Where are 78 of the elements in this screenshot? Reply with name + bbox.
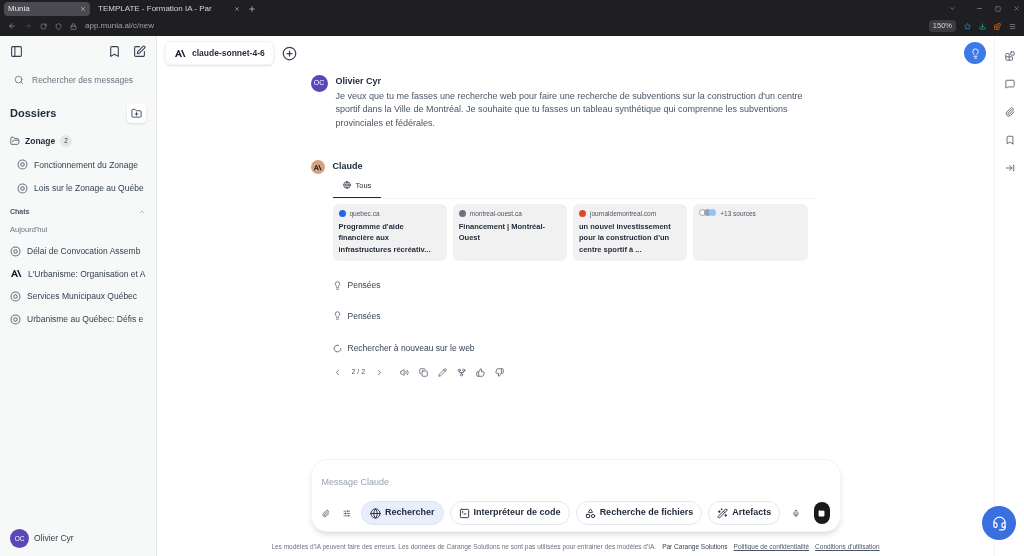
step-label[interactable]: Pensées: [347, 309, 381, 323]
step-label[interactable]: Rechercher à nouveau sur le web: [347, 342, 475, 355]
close-icon[interactable]: [80, 5, 86, 12]
terminal-icon: [458, 507, 470, 519]
globe-icon: [370, 507, 382, 519]
lightbulb-icon: [332, 280, 342, 290]
chat-item[interactable]: Services Municipaux Québec: [27, 290, 138, 303]
lock-icon: [70, 22, 77, 30]
download-icon[interactable]: [979, 22, 986, 30]
stop-button[interactable]: [813, 502, 830, 524]
microphone-icon[interactable]: [792, 507, 800, 519]
fork-icon[interactable]: [457, 367, 467, 377]
new-folder-button[interactable]: [127, 103, 146, 123]
menu-icon[interactable]: [1009, 22, 1016, 30]
browser-tab[interactable]: TEMPLATE - Formation IA - Par: [94, 1, 244, 16]
stop-icon: [818, 509, 826, 517]
tool-toggle[interactable]: Rechercher: [361, 501, 444, 525]
add-model-icon[interactable]: [281, 45, 297, 61]
headset-icon: [991, 515, 1007, 531]
close-window-icon[interactable]: [1013, 5, 1020, 12]
restore-icon[interactable]: [995, 5, 1001, 12]
url-text[interactable]: app.munia.ai/c/new: [85, 20, 154, 32]
thumbs-up-icon[interactable]: [476, 367, 486, 377]
lightbulb-icon: [332, 311, 342, 321]
blocks-icon[interactable]: [1004, 51, 1015, 61]
idea-button[interactable]: [964, 42, 986, 64]
tool-toggle[interactable]: Artefacts: [708, 501, 781, 525]
tool-toggle[interactable]: Recherche de fichiers: [575, 501, 703, 525]
minimize-icon[interactable]: [976, 5, 983, 12]
step-label[interactable]: Pensées: [347, 278, 381, 292]
files-icon: [584, 507, 596, 519]
folder-name[interactable]: Zonage: [25, 134, 56, 148]
close-icon[interactable]: [234, 5, 240, 12]
chat-item[interactable]: Urbanisme au Québec: Défis e: [27, 313, 144, 326]
attachment-icon[interactable]: [1004, 107, 1015, 117]
wand-icon: [717, 507, 729, 519]
chat-item[interactable]: Lois sur le Zonage au Québe: [34, 182, 144, 195]
reload-icon[interactable]: [40, 22, 47, 30]
model-selector[interactable]: claude-sonnet-4-6: [165, 41, 274, 65]
search-field[interactable]: Rechercher des messages: [10, 74, 146, 87]
copy-icon[interactable]: [419, 367, 429, 377]
folder-icon[interactable]: [10, 136, 20, 147]
new-chat-icon[interactable]: [133, 45, 146, 58]
message-text: Je veux que tu me fasses une recherche web pour faire une recherche de subventions sur la construction d'un centre sportif dans la Ville de Montréal. Je souhaite que tu fasses un tableau synthétique qui comprenne les subventions provinciales et fédérales.: [335, 89, 804, 130]
chat-item[interactable]: Délai de Convocation Assemb: [27, 244, 141, 258]
chevron-icon[interactable]: [949, 5, 956, 12]
chat-item[interactable]: Fonctionnement du Zonage: [34, 158, 138, 172]
bookmark-icon[interactable]: [108, 45, 121, 58]
spinner-icon: [332, 344, 342, 354]
user-name: Olivier Cyr: [34, 532, 74, 545]
star-icon[interactable]: [964, 22, 971, 30]
favicons-icon: [699, 208, 717, 216]
author-name: Claude: [332, 160, 364, 173]
message-input[interactable]: Message Claude: [321, 476, 830, 490]
back-icon[interactable]: [8, 22, 16, 30]
attach-icon[interactable]: [321, 507, 330, 519]
thumbs-down-icon[interactable]: [495, 367, 505, 377]
tool-toggle[interactable]: Interpréteur de code: [449, 501, 570, 525]
section-title: Dossiers: [10, 106, 58, 121]
chat-icon[interactable]: [1004, 79, 1015, 89]
shield-icon: [55, 22, 62, 30]
extension-icon[interactable]: [994, 22, 1001, 30]
edit-icon[interactable]: [438, 367, 448, 377]
logo-icon: [174, 48, 186, 58]
sidebar-toggle-icon[interactable]: [10, 45, 23, 58]
new-tab-icon[interactable]: [248, 4, 256, 13]
globe-icon: [342, 181, 351, 190]
chat-item[interactable]: L'Urbanisme: Organisation et A: [28, 267, 146, 281]
lightbulb-icon: [969, 47, 981, 59]
author-name: Olivier Cyr: [335, 75, 383, 88]
folder-plus-icon: [131, 107, 142, 119]
collapse-icon[interactable]: [1004, 163, 1015, 173]
support-button[interactable]: [982, 506, 1016, 540]
search-icon: [14, 75, 24, 86]
logo-icon: [10, 269, 22, 279]
browser-tab[interactable]: Munia: [4, 1, 90, 16]
speaker-icon[interactable]: [400, 367, 410, 377]
settings-icon[interactable]: [343, 507, 352, 519]
